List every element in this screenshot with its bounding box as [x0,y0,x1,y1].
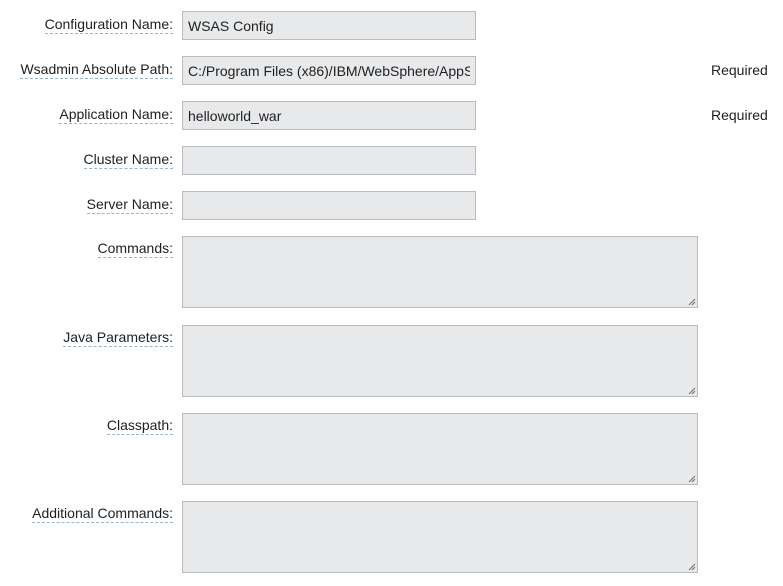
commands-label: Commands: [97,240,173,258]
server-name-input[interactable] [183,192,475,219]
resize-grip-icon[interactable] [688,475,696,483]
server-name-label: Server Name: [86,196,173,214]
application-name-input[interactable] [183,102,475,129]
wsadmin-path-field[interactable] [182,56,476,85]
additional-commands-field[interactable] [182,501,698,573]
classpath-label: Classpath: [106,417,173,435]
classpath-field[interactable] [182,413,698,485]
java-parameters-label: Java Parameters: [63,329,173,347]
classpath-textarea[interactable] [183,414,697,484]
commands-textarea[interactable] [183,237,697,307]
cluster-name-field[interactable] [182,146,476,175]
wsadmin-path-label: Wsadmin Absolute Path: [20,61,173,79]
wsadmin-path-required-note: Required [711,62,768,78]
resize-grip-icon[interactable] [688,298,696,306]
server-name-field[interactable] [182,191,476,220]
configuration-name-field[interactable] [182,11,476,40]
configuration-name-label: Configuration Name: [44,16,173,34]
cluster-name-label: Cluster Name: [83,151,173,169]
additional-commands-textarea[interactable] [183,502,697,572]
wsadmin-path-input[interactable] [183,57,475,84]
application-name-label: Application Name: [59,106,173,124]
java-parameters-field[interactable] [182,325,698,397]
commands-field[interactable] [182,236,698,308]
application-name-required-note: Required [711,107,768,123]
cluster-name-input[interactable] [183,147,475,174]
additional-commands-label: Additional Commands: [32,505,173,523]
resize-grip-icon[interactable] [688,563,696,571]
java-parameters-textarea[interactable] [183,326,697,396]
application-name-field[interactable] [182,101,476,130]
configuration-name-input[interactable] [183,12,475,39]
resize-grip-icon[interactable] [688,387,696,395]
